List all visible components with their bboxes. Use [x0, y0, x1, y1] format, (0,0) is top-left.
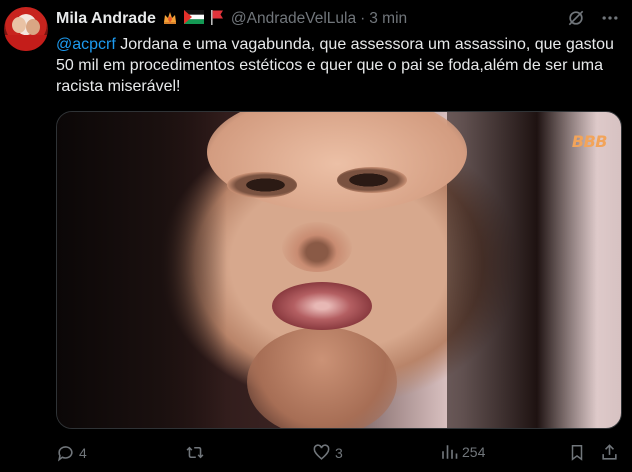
display-name[interactable]: Mila Andrade — [56, 10, 156, 28]
bbb-logo: BBB — [571, 132, 608, 151]
views-count: 254 — [462, 444, 486, 460]
avatar-face-right — [26, 19, 40, 35]
share-icon — [602, 444, 617, 460]
separator-dot: · — [360, 10, 366, 27]
like-count: 3 — [335, 444, 343, 461]
user-handle[interactable]: @AndradeVelLula — [231, 10, 356, 28]
palestine-flag-emoji — [183, 9, 204, 29]
media-hair-right — [447, 112, 597, 428]
share-button[interactable] — [600, 443, 619, 462]
repost-button[interactable] — [185, 443, 209, 462]
views-icon — [442, 445, 458, 459]
avatar-face-left — [12, 17, 26, 33]
post-time[interactable]: 3 min — [369, 10, 407, 28]
like-button[interactable]: 3 — [312, 443, 343, 462]
media-eye-left — [227, 172, 297, 198]
avatar-shirt — [4, 35, 48, 51]
header-actions — [566, 8, 620, 28]
mention-link[interactable]: @acpcrf — [56, 36, 116, 53]
tweet-text: @acpcrf Jordana e uma vagabunda, que ass… — [56, 34, 624, 97]
reply-count: 4 — [79, 444, 87, 461]
media-chin — [247, 327, 397, 428]
tweet-body: Jordana e uma vagabunda, que assessora u… — [56, 36, 614, 95]
media-forehead — [207, 112, 467, 212]
more-icon[interactable] — [600, 8, 620, 28]
tweet-header: Mila Andrade @AndradeVelLula · 3 min — [56, 8, 407, 30]
media-eye-right — [337, 167, 407, 193]
repost-icon — [186, 446, 204, 459]
media-hair-left — [57, 112, 227, 428]
views-button[interactable]: 254 — [440, 443, 485, 461]
heart-icon — [313, 444, 330, 460]
media-nose — [282, 222, 352, 272]
grok-icon[interactable] — [566, 8, 586, 28]
red-flag-emoji — [209, 8, 225, 31]
fire-crown-emoji — [161, 8, 179, 31]
avatar[interactable] — [4, 7, 48, 51]
media-lips — [272, 282, 372, 330]
bookmark-icon — [571, 445, 583, 461]
reply-button[interactable]: 4 — [56, 443, 87, 462]
tweet[interactable]: Mila Andrade @AndradeVelLula · 3 min @ac… — [0, 0, 632, 472]
action-bar: 4 3 254 — [56, 443, 622, 463]
bookmark-button[interactable] — [568, 443, 586, 462]
reply-icon — [57, 446, 73, 462]
tweet-media-image[interactable]: BBB — [56, 111, 622, 429]
